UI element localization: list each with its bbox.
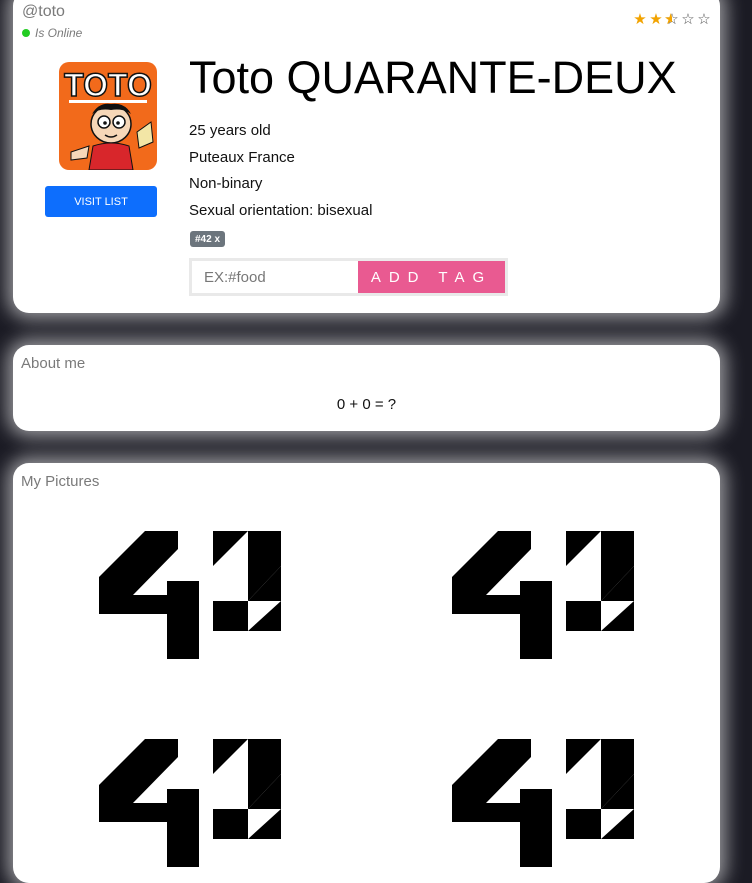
add-tag-button[interactable]: ADD TAG (358, 261, 505, 293)
visit-list-button[interactable]: VISIT LIST (45, 186, 157, 217)
about-card: About me 0 + 0 = ? (13, 345, 720, 431)
about-title: About me (21, 355, 86, 372)
avatar-logo-text: TOTO (64, 67, 152, 103)
avatar: TOTO (59, 62, 157, 170)
rating-stars: ★ ★ ☆ ★ ☆ ☆ (632, 12, 712, 28)
42-logo-icon[interactable] (99, 739, 281, 867)
star-icon: ★ (633, 11, 647, 28)
about-text: 0 + 0 = ? (336, 396, 397, 413)
42-logo-icon[interactable] (99, 531, 281, 659)
username: @toto (22, 3, 65, 20)
pictures-title: My Pictures (21, 473, 100, 490)
pictures-card: My Pictures (13, 463, 720, 883)
tag-badge[interactable]: #42 x (190, 231, 226, 247)
profile-card: @toto Is Online ★ ★ ☆ ★ ☆ ☆ TOTO VISIT LI… (13, 0, 720, 313)
online-status: Is Online (22, 26, 82, 40)
online-dot-icon (22, 29, 30, 37)
profile-full-name: Toto QUARANTE-DEUX (189, 52, 677, 103)
empty-star-icon: ☆ (697, 11, 711, 28)
add-tag-form: ADD TAG (189, 258, 508, 296)
star-icon: ★ (649, 11, 663, 28)
toto-avatar-icon: TOTO (59, 62, 157, 170)
tag-input[interactable] (192, 261, 358, 293)
42-logo-icon[interactable] (452, 531, 634, 659)
profile-age: 25 years old (189, 122, 271, 139)
empty-star-icon: ☆ (681, 11, 695, 28)
profile-location: Puteaux France (189, 149, 295, 166)
half-star-icon: ☆ ★ (664, 11, 679, 28)
profile-gender: Non-binary (189, 175, 263, 192)
42-logo-icon[interactable] (452, 739, 634, 867)
profile-orientation: Sexual orientation: bisexual (189, 202, 373, 219)
online-status-label: Is Online (35, 26, 83, 40)
